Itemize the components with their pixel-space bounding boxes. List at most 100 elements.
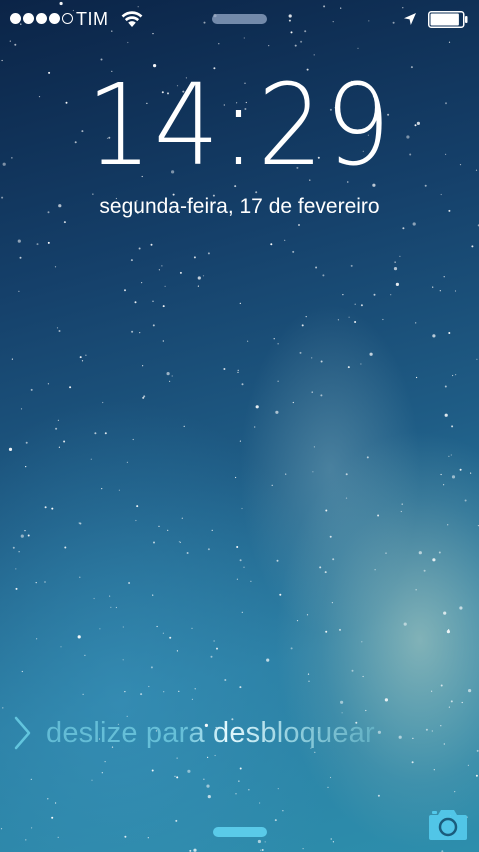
star bbox=[90, 458, 92, 460]
star bbox=[110, 606, 112, 608]
chevron-right-icon bbox=[14, 716, 31, 750]
star bbox=[171, 375, 173, 377]
star bbox=[239, 440, 241, 442]
star bbox=[285, 473, 287, 475]
star bbox=[411, 761, 414, 764]
star bbox=[30, 388, 33, 391]
star bbox=[136, 505, 139, 508]
star bbox=[1, 59, 3, 62]
notification-center-grabber[interactable] bbox=[212, 14, 267, 24]
star bbox=[193, 256, 196, 259]
star bbox=[239, 559, 242, 562]
star bbox=[471, 245, 474, 248]
star bbox=[476, 358, 478, 360]
star bbox=[36, 638, 38, 640]
star bbox=[345, 497, 348, 499]
star bbox=[313, 54, 315, 56]
signal-dot bbox=[23, 13, 34, 24]
star bbox=[194, 688, 196, 690]
star bbox=[27, 534, 30, 537]
star bbox=[362, 675, 364, 678]
star bbox=[169, 636, 172, 639]
star bbox=[131, 330, 134, 333]
star bbox=[400, 510, 402, 513]
star bbox=[169, 380, 171, 382]
star bbox=[257, 839, 261, 844]
star bbox=[351, 669, 354, 672]
star bbox=[443, 276, 445, 278]
star bbox=[450, 700, 453, 703]
star bbox=[294, 44, 297, 47]
star bbox=[277, 380, 279, 382]
star bbox=[329, 776, 332, 779]
star bbox=[15, 587, 18, 590]
control-center-grabber[interactable] bbox=[213, 827, 267, 837]
star bbox=[163, 691, 165, 693]
star bbox=[446, 630, 450, 634]
star bbox=[325, 630, 328, 633]
star bbox=[448, 455, 450, 457]
star bbox=[118, 489, 120, 491]
star bbox=[181, 517, 183, 519]
star bbox=[141, 282, 143, 284]
star bbox=[138, 247, 141, 250]
star bbox=[292, 401, 294, 404]
camera-icon[interactable] bbox=[427, 808, 469, 842]
star bbox=[78, 522, 80, 524]
star bbox=[44, 581, 46, 583]
star bbox=[332, 841, 334, 843]
star bbox=[264, 841, 266, 843]
star bbox=[255, 405, 259, 409]
star bbox=[459, 468, 462, 471]
star bbox=[312, 471, 314, 473]
star bbox=[55, 802, 57, 804]
star bbox=[47, 241, 50, 244]
star bbox=[432, 558, 436, 562]
star bbox=[218, 43, 220, 45]
star bbox=[20, 408, 23, 410]
star bbox=[179, 541, 181, 543]
star bbox=[150, 666, 153, 669]
star bbox=[332, 558, 335, 561]
star bbox=[134, 301, 137, 304]
star bbox=[21, 670, 23, 673]
star bbox=[158, 269, 160, 271]
star bbox=[69, 386, 72, 389]
star bbox=[385, 552, 387, 554]
star bbox=[451, 475, 456, 479]
star bbox=[369, 352, 373, 356]
star bbox=[454, 791, 456, 793]
star bbox=[277, 343, 279, 345]
star bbox=[223, 368, 226, 370]
star bbox=[84, 654, 86, 657]
star bbox=[454, 290, 457, 292]
star bbox=[0, 828, 3, 830]
star bbox=[347, 366, 350, 369]
star bbox=[18, 551, 20, 553]
star bbox=[122, 659, 124, 661]
slide-to-unlock[interactable]: deslize para desbloquear bbox=[12, 713, 472, 753]
star bbox=[325, 509, 328, 512]
star bbox=[132, 438, 134, 441]
star bbox=[51, 816, 54, 819]
star bbox=[187, 769, 191, 773]
star bbox=[162, 305, 165, 308]
star bbox=[58, 446, 61, 448]
star bbox=[254, 426, 256, 428]
star bbox=[176, 650, 178, 652]
star bbox=[374, 569, 376, 571]
star bbox=[211, 529, 213, 532]
star bbox=[345, 473, 348, 476]
star bbox=[166, 372, 170, 376]
star bbox=[448, 706, 450, 708]
star bbox=[57, 836, 59, 839]
star bbox=[178, 690, 180, 693]
star bbox=[79, 356, 82, 359]
star bbox=[403, 622, 407, 626]
star bbox=[207, 756, 209, 759]
star bbox=[175, 819, 178, 822]
star bbox=[152, 324, 155, 327]
star bbox=[433, 769, 435, 771]
star bbox=[9, 40, 11, 42]
star bbox=[236, 546, 239, 548]
